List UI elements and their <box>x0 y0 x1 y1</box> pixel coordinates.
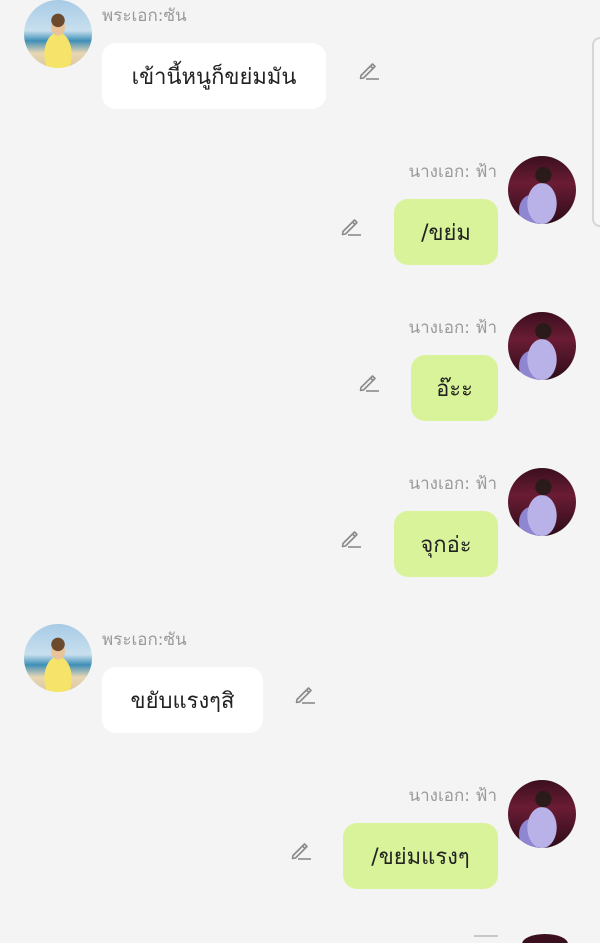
avatar-fah[interactable] <box>508 468 576 536</box>
avatar-sun[interactable] <box>24 0 92 68</box>
avatar-fah[interactable] <box>508 156 576 224</box>
pencil-icon[interactable] <box>292 682 318 706</box>
chat-message: พระเอก:ซัน ขยับแรงๆสิ <box>0 624 600 754</box>
sender-name: พระเอก:ซัน <box>102 6 187 26</box>
pencil-icon[interactable] <box>338 526 364 550</box>
chat-message: นางเอก: ฟ้า /ขย่มแรงๆ <box>0 780 600 910</box>
side-panel-handle[interactable] <box>592 37 600 227</box>
avatar-fah-partial <box>522 934 568 943</box>
sender-name: นางเอก: ฟ้า <box>408 162 498 182</box>
pencil-icon[interactable] <box>356 370 382 394</box>
avatar-fah[interactable] <box>508 312 576 380</box>
message-bubble[interactable]: /ขย่มแรงๆ <box>343 823 498 889</box>
chat-thread: พระเอก:ซัน เข้านี้หนูก็ขย่มมัน นางเอก: ฟ… <box>0 0 600 943</box>
chat-message: นางเอก: ฟ้า จุกอ่ะ <box>0 468 600 598</box>
message-bubble[interactable]: จุกอ่ะ <box>394 511 498 577</box>
next-message-sender-partial <box>474 935 498 943</box>
message-bubble[interactable]: /ขย่ม <box>394 199 498 265</box>
avatar-sun[interactable] <box>24 624 92 692</box>
sender-name: นางเอก: ฟ้า <box>408 786 498 806</box>
pencil-icon[interactable] <box>338 214 364 238</box>
sender-name: นางเอก: ฟ้า <box>408 474 498 494</box>
sender-name: นางเอก: ฟ้า <box>408 318 498 338</box>
sender-name: พระเอก:ซัน <box>102 630 187 650</box>
chat-message: นางเอก: ฟ้า /ขย่ม <box>0 156 600 286</box>
message-bubble[interactable]: ขยับแรงๆสิ <box>102 667 263 733</box>
chat-message: พระเอก:ซัน เข้านี้หนูก็ขย่มมัน <box>0 0 600 130</box>
chat-message: นางเอก: ฟ้า อ๊ะะ <box>0 312 600 442</box>
pencil-icon[interactable] <box>288 838 314 862</box>
avatar-fah[interactable] <box>508 780 576 848</box>
pencil-icon[interactable] <box>356 58 382 82</box>
message-bubble[interactable]: เข้านี้หนูก็ขย่มมัน <box>102 43 326 109</box>
message-bubble[interactable]: อ๊ะะ <box>411 355 498 421</box>
